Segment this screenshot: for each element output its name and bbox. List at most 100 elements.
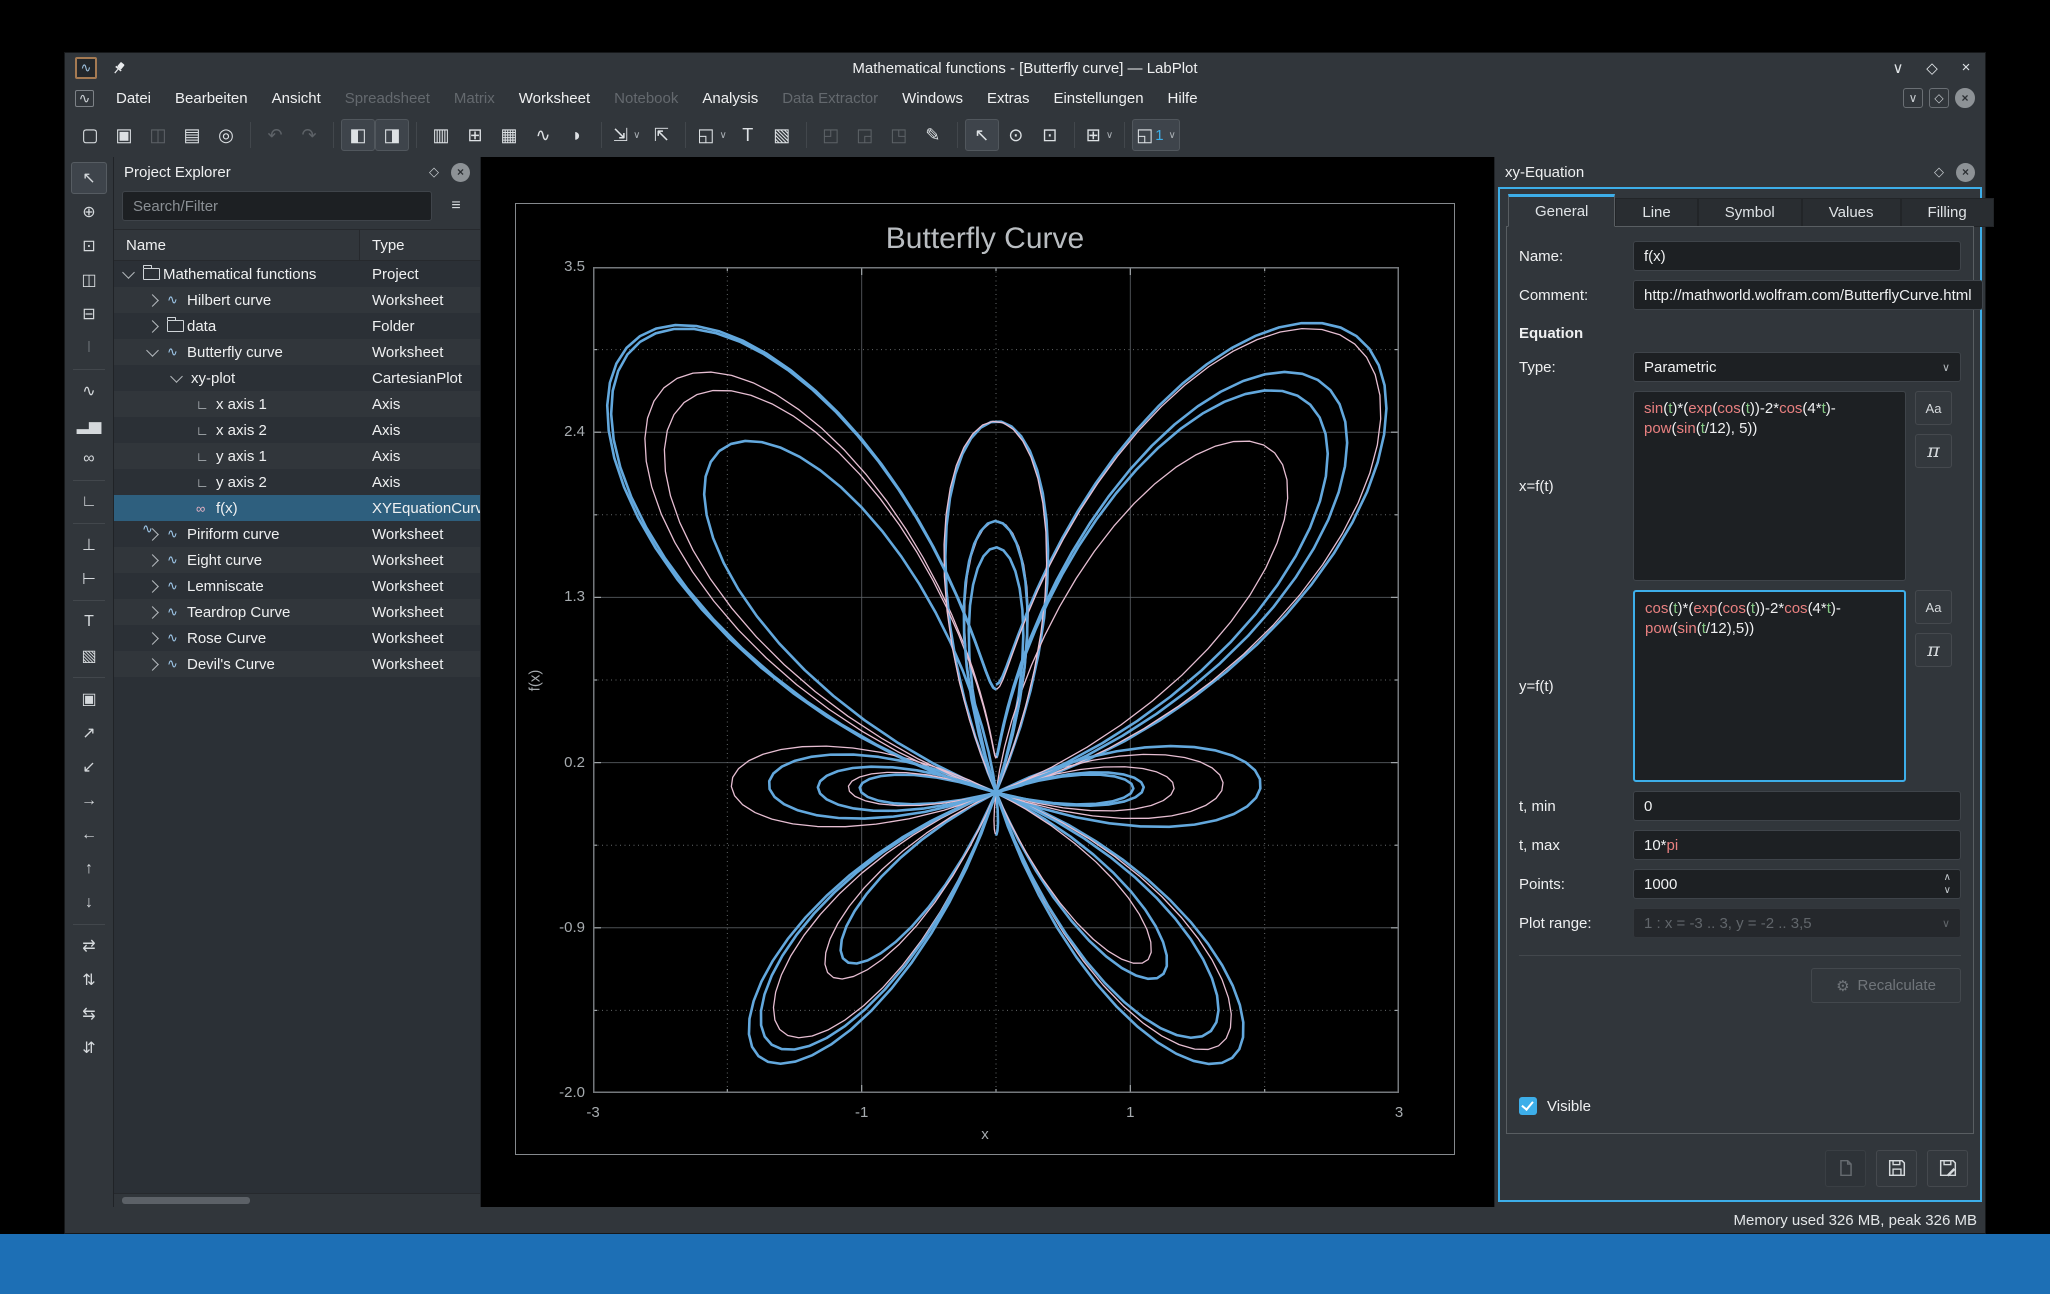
- add-image-box-button[interactable]: ▧: [71, 640, 107, 672]
- tab-general[interactable]: General: [1508, 194, 1616, 227]
- zoom-in-button[interactable]: ↗: [71, 717, 107, 749]
- x-equation-field[interactable]: sin(t)*(exp(cos(t))-2*cos(4*t)-pow(sin(t…: [1633, 391, 1906, 581]
- mdi-close-button[interactable]: ×: [1955, 88, 1975, 108]
- scrollbar-handle[interactable]: [122, 1197, 250, 1204]
- cursor-tool-button: I: [86, 339, 92, 356]
- points-spinbox[interactable]: 1000 ∧ ∨: [1633, 869, 1961, 899]
- menu-einstellungen[interactable]: Einstellungen: [1043, 87, 1153, 110]
- magnification-button[interactable]: ◱ 1 ∨: [1132, 119, 1180, 151]
- window-controls: ∨ ◇ ×: [1889, 59, 1975, 77]
- zoom-y-select-tool-button[interactable]: ⊟: [71, 298, 107, 330]
- points-label: Points:: [1519, 875, 1565, 893]
- menu-bearbeiten[interactable]: Bearbeiten: [165, 87, 258, 110]
- add-histogram-button[interactable]: ▂▅: [71, 409, 107, 441]
- close-button[interactable]: ×: [1957, 59, 1975, 77]
- zoom-select-tool-button[interactable]: ⊡: [71, 230, 107, 262]
- chevron-down-icon: ∨: [1941, 361, 1950, 374]
- save-edit-template-button[interactable]: [1927, 1149, 1968, 1187]
- shift-right-button[interactable]: →: [71, 785, 107, 817]
- zoom-x-select-tool-button[interactable]: ◫: [71, 264, 107, 296]
- add-xy-curve-button[interactable]: ∿: [71, 375, 107, 407]
- name-field[interactable]: f(x): [1633, 241, 1961, 271]
- labplot-app-icon: ∿: [75, 57, 97, 79]
- project-explorer-dock: Project Explorer ◇ × ≡ Name Type Mathema…: [114, 157, 481, 1207]
- horizontal-scrollbar[interactable]: [114, 1193, 480, 1207]
- zoom-out-button[interactable]: ↙: [71, 751, 107, 783]
- add-x-axis-button[interactable]: ⊥: [71, 529, 107, 561]
- menu-hilfe[interactable]: Hilfe: [1158, 87, 1208, 110]
- tab-symbol[interactable]: Symbol: [1697, 198, 1802, 227]
- pointer-mode-icon: ↖: [974, 125, 990, 145]
- menu-matrix: Matrix: [453, 89, 495, 107]
- add-y-axis-button[interactable]: ⊢: [71, 563, 107, 595]
- float-dock-icon[interactable]: ◇: [1934, 164, 1944, 180]
- tab-line[interactable]: Line: [1615, 198, 1698, 227]
- toolbar-separator: [73, 523, 105, 524]
- visible-checkbox[interactable]: [1519, 1097, 1537, 1115]
- shift-left-button[interactable]: ←: [71, 819, 107, 851]
- chevron-down-icon[interactable]: [122, 266, 135, 279]
- zoom-select-mode-button[interactable]: ⊞ ∨: [1082, 119, 1117, 151]
- pin-icon[interactable]: [111, 60, 127, 76]
- auto-scale-all-button[interactable]: ⇵: [71, 1032, 107, 1064]
- add-text-box-button[interactable]: T: [71, 606, 107, 638]
- tab-values[interactable]: Values: [1801, 198, 1901, 227]
- menu-analysis[interactable]: Analysis: [692, 87, 768, 110]
- constants-button[interactable]: Aa: [1915, 391, 1952, 425]
- close-dock-icon[interactable]: ×: [1956, 162, 1975, 182]
- visible-label: Visible: [1547, 1097, 1591, 1115]
- shift-down-button[interactable]: ↓: [71, 887, 107, 919]
- shift-up-button[interactable]: ↑: [71, 853, 107, 885]
- new-project-button[interactable]: ▢: [73, 119, 107, 151]
- separator: [1519, 955, 1961, 956]
- menu-ansicht[interactable]: Ansicht: [262, 87, 331, 110]
- crosshair-mode-button[interactable]: ⊙: [999, 119, 1033, 151]
- save-template-button[interactable]: [1876, 1149, 1917, 1187]
- chevron-down-icon: ∨: [1168, 129, 1176, 141]
- titlebar[interactable]: ∿ Mathematical functions - [Butterfly cu…: [65, 53, 1985, 83]
- tmin-field[interactable]: 0: [1633, 791, 1961, 821]
- functions-pi-button[interactable]: π: [1915, 434, 1952, 468]
- pointer-tool-button[interactable]: ↖: [71, 162, 107, 194]
- menu-items: Datei Bearbeiten Ansicht Spreadsheet Matrix W…: [106, 87, 1208, 110]
- spinbox-arrows[interactable]: ∧ ∨: [1944, 871, 1951, 897]
- scale-auto-button[interactable]: ▣: [71, 683, 107, 715]
- minimize-button[interactable]: ∨: [1889, 59, 1907, 77]
- desktop-taskbar[interactable]: [0, 1234, 2050, 1294]
- selection-mode-button[interactable]: ⊡: [1033, 119, 1067, 151]
- functions-pi-button[interactable]: π: [1915, 633, 1952, 667]
- y-equation-label: y=f(t): [1519, 677, 1554, 695]
- cartesian-plot-area[interactable]: [593, 267, 1399, 1093]
- tmax-field[interactable]: 10* pi: [1633, 830, 1961, 860]
- document-icon: [1839, 1159, 1852, 1177]
- mdi-minimize-button[interactable]: ∨: [1903, 88, 1923, 108]
- tree-row-xy-plot[interactable]: ∿ xy-plot CartesianPlot: [114, 365, 480, 537]
- type-label: Type:: [1519, 358, 1556, 376]
- pointer-mode-button[interactable]: ↖: [964, 119, 999, 151]
- crosshair-tool-button[interactable]: ⊕: [71, 196, 107, 228]
- x-equation-label: x=f(t): [1519, 477, 1554, 495]
- comment-field[interactable]: http://mathworld.wolfram.com/ButterflyCu…: [1633, 280, 1983, 310]
- y-equation-field[interactable]: cos(t)*(exp(cos(t))-2*cos(4*t)-pow(sin(t…: [1633, 590, 1906, 782]
- add-equation-curve-button[interactable]: ∞: [71, 443, 107, 475]
- maximize-button[interactable]: ◇: [1923, 59, 1941, 77]
- template-buttons: [1506, 1134, 1974, 1194]
- menu-extras[interactable]: Extras: [977, 87, 1040, 110]
- equation-type-select[interactable]: Parametric ∨: [1633, 352, 1961, 382]
- mdi-restore-button[interactable]: ◇: [1929, 88, 1949, 108]
- menu-datei[interactable]: Datei: [106, 87, 161, 110]
- menu-windows[interactable]: Windows: [892, 87, 973, 110]
- equation-curve[interactable]: [605, 321, 1388, 1066]
- x-tick-label: -1: [854, 1104, 869, 1121]
- auto-scale-y-button[interactable]: ⇅: [71, 964, 107, 996]
- open-project-button[interactable]: ▣: [107, 119, 141, 151]
- constants-button[interactable]: Aa: [1915, 590, 1952, 624]
- memory-status: Memory used 326 MB, peak 326 MB: [1733, 1211, 1977, 1229]
- add-axis-button[interactable]: ∟: [71, 486, 107, 518]
- tab-filling[interactable]: Filling: [1900, 198, 1994, 227]
- menu-worksheet[interactable]: Worksheet: [509, 87, 600, 110]
- worksheet-page[interactable]: Butterfly Curve x f(x) -3 -1 1 3 3.5 2.4 1.3 0.…: [515, 203, 1455, 1155]
- worksheet-view[interactable]: Butterfly Curve x f(x) -3 -1 1 3 3.5 2.4 1.3 0.…: [481, 157, 1494, 1207]
- auto-scale-x-button[interactable]: ⇄: [71, 930, 107, 962]
- auto-scale-xy-button[interactable]: ⇆: [71, 998, 107, 1030]
